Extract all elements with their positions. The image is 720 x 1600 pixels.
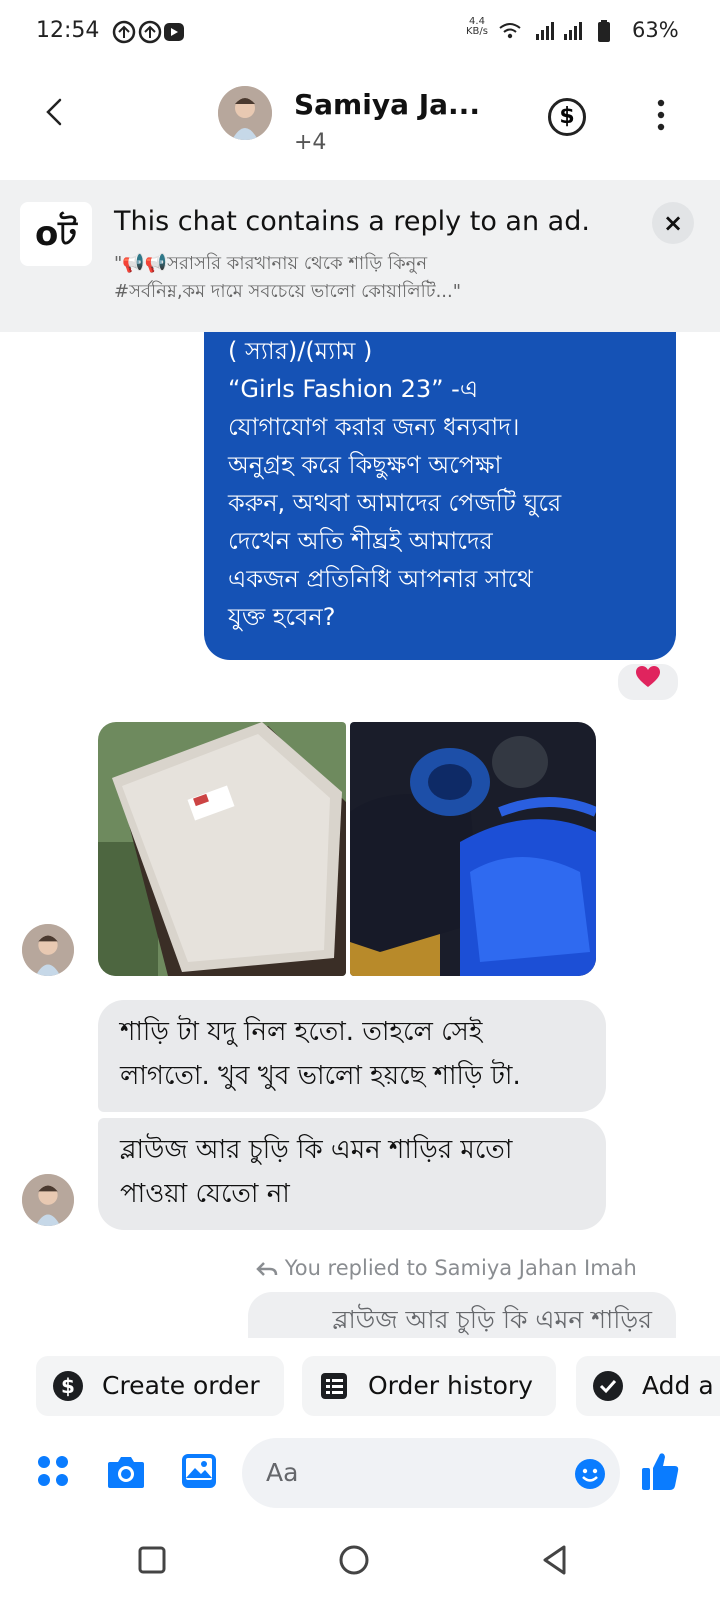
message-input[interactable]: Aa [242, 1438, 620, 1508]
incoming-message[interactable]: ব্লাউজ আর চুড়ি কি এমন শাড়ির মতো পাওয়া… [98, 1118, 606, 1230]
ad-reply-banner: oট This chat contains a reply to an ad. … [0, 180, 720, 332]
list-icon [321, 1373, 347, 1399]
emoji-icon[interactable] [574, 1458, 606, 1490]
svg-text:$: $ [61, 1374, 75, 1398]
conversation-title[interactable]: Samiya Ja... [294, 88, 480, 121]
avatar[interactable] [22, 924, 74, 976]
heart-icon [636, 666, 660, 687]
net-speed: 4.4 KB/s [466, 16, 488, 37]
back-nav-icon[interactable] [540, 1544, 570, 1576]
ad-banner-title: This chat contains a reply to an ad. [114, 206, 590, 237]
outgoing-message[interactable]: ( স্যার)/(ম্যাম ) “Girls Fashion 23” -এ … [204, 332, 676, 660]
like-icon[interactable] [640, 1450, 680, 1492]
ad-banner-subtitle[interactable]: "📢📢সরাসরি কারখানায় থেকে শাড়ি কিনুন #সর… [114, 250, 584, 306]
participant-count: +4 [294, 130, 327, 155]
gallery-icon[interactable] [180, 1452, 218, 1490]
photo-saree-package[interactable] [98, 722, 346, 976]
system-nav-bar [0, 1526, 720, 1600]
recent-apps-icon[interactable] [138, 1546, 166, 1574]
photo-blouse-bangles[interactable] [350, 722, 596, 976]
camera-icon[interactable] [106, 1454, 146, 1490]
check-icon [593, 1371, 623, 1401]
back-arrow-icon[interactable] [36, 92, 76, 132]
status-bar: 12:54 4.4 KB/s 63% [0, 0, 720, 62]
more-options-icon[interactable] [654, 98, 668, 132]
home-icon[interactable] [338, 1544, 370, 1576]
heart-reaction[interactable] [616, 662, 680, 702]
create-order-button[interactable]: $ Create order [36, 1356, 284, 1416]
data-saver-icon [112, 20, 184, 44]
quoted-message[interactable]: ব্লাউজ আর চুড়ি কি এমন শাড়ির [248, 1292, 676, 1338]
signal-icon [499, 20, 610, 42]
message-input-placeholder: Aa [266, 1458, 299, 1487]
chat-header: Samiya Ja... +4 $ [0, 62, 720, 180]
dollar-icon: $ [53, 1371, 83, 1401]
reply-icon [256, 1262, 278, 1276]
message-composer: Aa [0, 1430, 720, 1520]
reply-context: You replied to Samiya Jahan Imah [256, 1256, 637, 1280]
page-logo: oট [20, 202, 92, 266]
status-time: 12:54 [36, 18, 100, 43]
payment-button[interactable]: $ [548, 98, 586, 136]
avatar[interactable] [218, 86, 272, 140]
avatar[interactable] [22, 1174, 74, 1226]
close-icon[interactable]: × [652, 202, 694, 244]
menu-dots-icon[interactable] [36, 1454, 72, 1490]
battery-percent: 63% [632, 18, 679, 42]
order-history-button[interactable]: Order history [302, 1356, 556, 1416]
add-action-button[interactable]: Add a [576, 1356, 720, 1416]
incoming-message[interactable]: শাড়ি টা যদু নিল হতো. তাহলে সেই লাগতো. খ… [98, 1000, 606, 1112]
